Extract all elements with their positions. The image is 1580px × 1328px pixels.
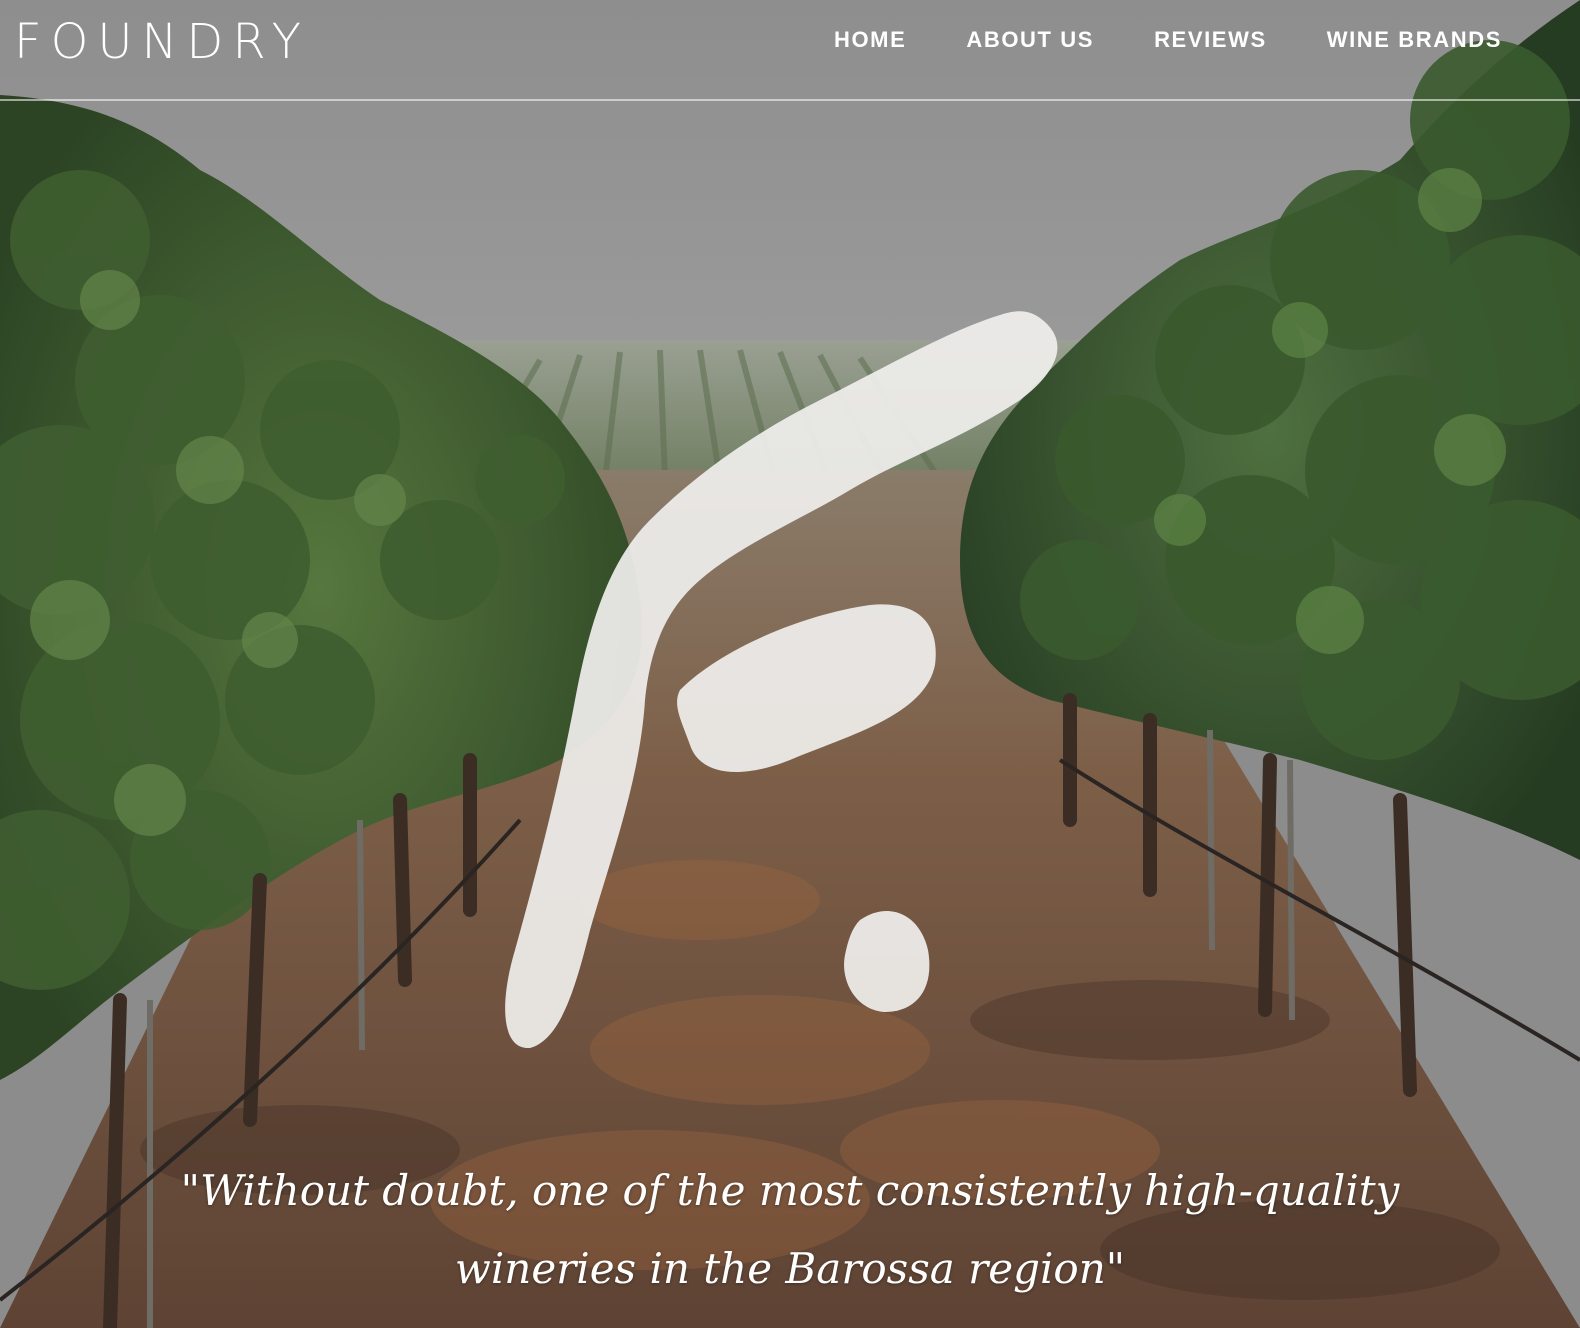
header-divider <box>0 99 1580 101</box>
main-nav: HOME ABOUT US REVIEWS WINE BRANDS <box>774 26 1502 54</box>
nav-reviews-link[interactable]: REVIEWS <box>1154 26 1267 54</box>
hero-quote: "Without doubt, one of the most consiste… <box>90 1152 1490 1308</box>
hero-quote-line-2: wineries in the Barossa region" <box>454 1244 1126 1293</box>
site-header: FOUNDRY HOME ABOUT US REVIEWS WINE BRAND… <box>0 0 1580 100</box>
vineyard-background-image <box>0 0 1580 1328</box>
foundry-logo[interactable]: FOUNDRY <box>14 14 310 70</box>
nav-home-link[interactable]: HOME <box>834 26 906 54</box>
hero-page: FOUNDRY HOME ABOUT US REVIEWS WINE BRAND… <box>0 0 1580 1328</box>
hero-quote-line-1: "Without doubt, one of the most consiste… <box>180 1166 1400 1215</box>
nav-wine-brands-link[interactable]: WINE BRANDS <box>1327 26 1502 54</box>
nav-about-us-link[interactable]: ABOUT US <box>966 26 1094 54</box>
